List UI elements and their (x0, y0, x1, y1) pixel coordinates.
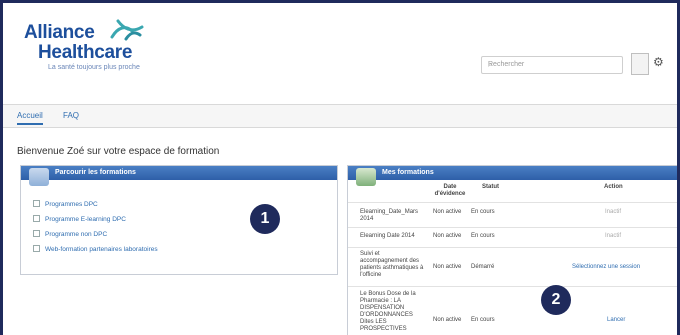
row-status: Démarré (471, 264, 495, 270)
book-icon (356, 168, 376, 186)
row-name: Suivi et accompagnement des patients ast… (360, 251, 424, 278)
row-action: Inactif (605, 233, 622, 239)
panel-header: Parcourir les formations (21, 166, 337, 180)
alliance-healthcare-logo[interactable]: Alliance Healthcare La santé toujours pl… (24, 19, 144, 71)
row-state: Non active (433, 317, 462, 323)
divider (348, 202, 677, 203)
search-icon[interactable]: ⌕ (488, 59, 618, 70)
panel-title: Parcourir les formations (55, 169, 136, 176)
link-programmes-dpc[interactable]: Programmes DPC (33, 200, 158, 208)
divider (348, 247, 677, 248)
panel-title: Mes formations (382, 169, 434, 176)
brand-line2: Healthcare (38, 42, 133, 63)
brand-tagline: La santé toujours plus proche (48, 64, 140, 71)
row-name: Elearning_Date_Mars 2014 (360, 209, 419, 222)
row-status: En cours (471, 317, 495, 323)
col-action: Action (604, 184, 623, 190)
link-web-formation[interactable]: Web-formation partenaires laboratoires (33, 245, 158, 253)
row-name: Le Bonus Dose de la Pharmacie : LA DISPE… (360, 291, 416, 332)
divider (348, 227, 677, 228)
col-statut: Statut (482, 184, 499, 190)
link-non-dpc[interactable]: Programme non DPC (33, 230, 158, 238)
row-name: Elearning Date 2014 (360, 233, 415, 239)
panel-header: Mes formations (348, 166, 677, 180)
panel-parcourir: Parcourir les formations Programmes DPC … (20, 165, 338, 275)
formation-links: Programmes DPC Programme E-learning DPC … (33, 200, 158, 260)
link-elearning-dpc[interactable]: Programme E-learning DPC (33, 215, 158, 223)
logo-mark-icon (110, 19, 144, 41)
divider (348, 286, 677, 287)
row-state: Non active (433, 233, 462, 239)
page-title: Bienvenue Zoé sur votre espace de format… (17, 146, 220, 157)
row-action: Inactif (605, 209, 622, 215)
row-state: Non active (433, 209, 462, 215)
row-action[interactable]: Lancer (607, 317, 625, 323)
gear-icon[interactable]: ⚙ (653, 55, 664, 69)
tab-accueil[interactable]: Accueil (17, 111, 43, 125)
app-window: Alliance Healthcare La santé toujours pl… (3, 3, 677, 335)
nav-bar: Accueil FAQ (3, 104, 677, 128)
tab-faq[interactable]: FAQ (63, 111, 79, 120)
row-action[interactable]: Sélectionnez une session (572, 264, 640, 270)
computer-icon (29, 168, 49, 186)
row-state: Non active (433, 264, 462, 270)
search-input[interactable]: Rechercher ⌕ (481, 56, 623, 74)
row-status: En cours (471, 209, 495, 215)
header: Alliance Healthcare La santé toujours pl… (3, 3, 677, 103)
col-date: Date d'évidence (434, 184, 466, 197)
callout-badge-1: 1 (250, 204, 280, 234)
row-status: En cours (471, 233, 495, 239)
callout-badge-2: 2 (541, 285, 571, 315)
panel-mes-formations: Mes formations Date d'évidence Statut Ac… (347, 165, 677, 335)
avatar[interactable] (631, 53, 649, 75)
